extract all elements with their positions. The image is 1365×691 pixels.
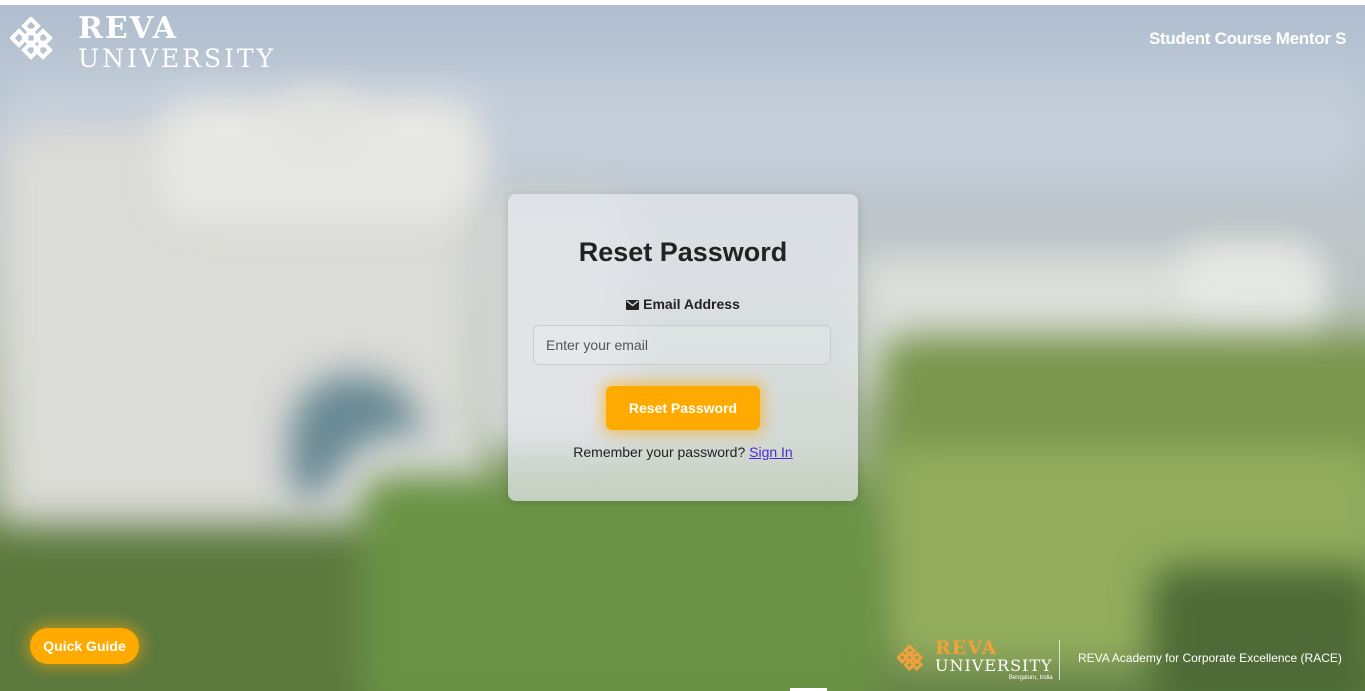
reva-logo[interactable]: REVA UNIVERSITY: [10, 13, 276, 71]
quick-guide-button[interactable]: Quick Guide: [30, 628, 139, 664]
email-label: Email Address: [508, 296, 858, 312]
footer-reva-logo: REVA UNIVERSITY Bengaluru, India: [897, 638, 1053, 682]
reva-knot-icon: [10, 17, 53, 60]
logo-subtitle: UNIVERSITY: [78, 43, 277, 73]
email-label-text: Email Address: [643, 296, 740, 312]
reset-password-card: Reset Password Email Address Reset Passw…: [508, 194, 858, 501]
footer-logo-subtitle: UNIVERSITY: [935, 656, 1053, 675]
race-text: REVA Academy for Corporate Excellence (R…: [1078, 651, 1342, 665]
email-input[interactable]: [533, 325, 831, 365]
logo-title: REVA: [78, 10, 179, 46]
footer-divider: [1059, 640, 1060, 680]
page-title: Reset Password: [578, 237, 788, 267]
envelope-icon: [626, 300, 640, 310]
reva-knot-icon: [897, 645, 924, 672]
scrolling-banner-text: Student Course Mentor S: [1149, 29, 1347, 48]
sign-in-link[interactable]: Sign In: [749, 444, 793, 460]
remember-password-row: Remember your password? Sign In: [508, 444, 858, 460]
remember-text: Remember your password?: [573, 444, 746, 460]
reset-password-button[interactable]: Reset Password: [606, 386, 760, 430]
footer-logo-location: Bengaluru, India: [1008, 675, 1053, 681]
